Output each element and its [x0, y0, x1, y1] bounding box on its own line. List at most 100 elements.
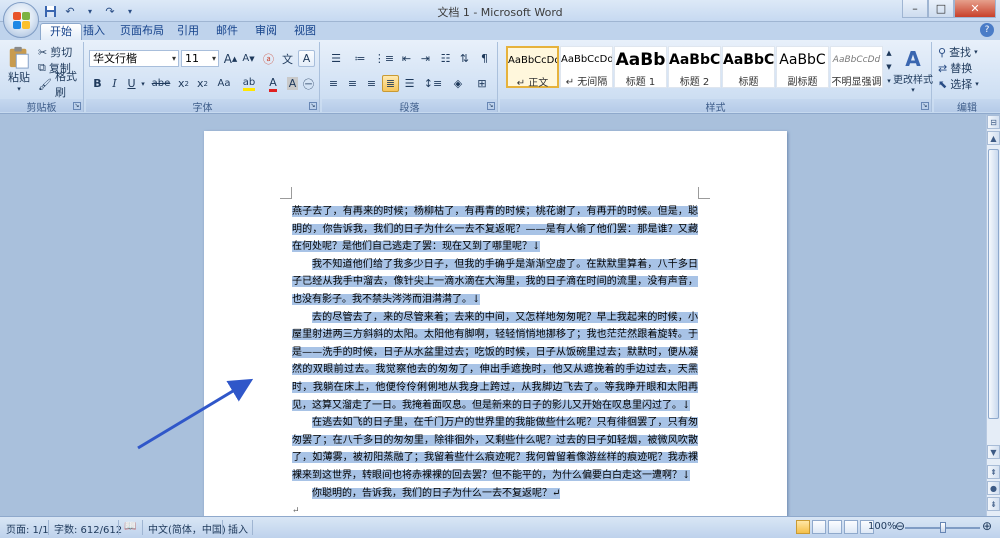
align-center-button[interactable]: ≡ [344, 75, 361, 92]
select-browse-object-icon[interactable]: ● [987, 481, 1000, 495]
char-shading-button[interactable]: A [285, 75, 300, 92]
scrollbar-thumb[interactable] [988, 149, 999, 419]
tab-insert[interactable]: 插入 [74, 23, 114, 40]
status-bar: 页面: 1/1 字数: 612/612 📖 中文(简体，中国) 插入 100% … [0, 516, 1000, 538]
bullets-button[interactable]: ☰ [325, 50, 347, 67]
document-body[interactable]: 燕子去了，有再来的时候；杨柳枯了，有再青的时候；桃花谢了，有再开的时候。但是，聪… [292, 203, 698, 516]
language-indicator[interactable]: 中文(简体，中国) [148, 521, 226, 536]
subscript-button[interactable]: x2 [175, 75, 192, 92]
style-name: 标题 [738, 77, 759, 88]
zoom-level[interactable]: 100% [868, 521, 897, 532]
web-layout-view-icon[interactable] [828, 520, 842, 534]
styles-launcher-icon[interactable]: ↘ [921, 102, 929, 110]
word-count[interactable]: 字数: 612/612 [54, 521, 122, 536]
outline-view-icon[interactable] [844, 520, 858, 534]
format-painter-button[interactable]: 🖌 格式刷 [37, 70, 83, 99]
highlight-button[interactable]: ab [238, 75, 260, 92]
zoom-slider-thumb[interactable] [940, 522, 946, 533]
font-size-select[interactable]: 11 ▾ [181, 50, 219, 67]
increase-indent-button[interactable]: ⇥ [417, 50, 434, 67]
vertical-scrollbar[interactable]: ⊟ ▲ ▼ ⇞ ● ⇟ [986, 115, 1000, 516]
style-no-spacing[interactable]: AaBbCcDd ↵ 无间隔 [560, 46, 613, 88]
borders-icon: ⊞ [477, 77, 487, 90]
paragraph-group-label: 段落 [322, 99, 497, 114]
distributed-button[interactable]: ☰ [401, 75, 418, 92]
style-heading-2[interactable]: AaBbC 标题 2 [668, 46, 721, 88]
show-marks-button[interactable]: ¶ [476, 50, 493, 67]
change-styles-button[interactable]: A 更改样式 ▾ [893, 44, 933, 96]
grow-font-button[interactable]: A ▲ [222, 50, 239, 67]
help-area: ? [980, 23, 994, 37]
borders-button[interactable]: ⊞ [471, 75, 493, 92]
next-page-icon[interactable]: ⇟ [987, 497, 1000, 511]
paste-button[interactable]: 粘贴 ▾ [4, 44, 34, 94]
office-button[interactable] [3, 2, 39, 38]
font-color-button[interactable]: A [263, 75, 283, 92]
shrink-font-button[interactable]: A ▼ [240, 50, 257, 67]
minimize-button[interactable]: – [902, 0, 928, 18]
cut-button[interactable]: ✂ 剪切 [37, 44, 73, 60]
line-spacing-button[interactable]: ↕≡ [422, 75, 444, 92]
underline-dropdown-icon[interactable]: ▾ [139, 75, 147, 92]
zoom-out-icon[interactable]: ⊖ [895, 519, 905, 533]
style-subtitle[interactable]: AaBbC 副标题 [776, 46, 829, 88]
change-case-button[interactable]: Aa [213, 75, 235, 92]
scroll-up-icon[interactable]: ▲ [987, 131, 1000, 145]
tab-view[interactable]: 视图 [285, 23, 325, 40]
close-button[interactable]: ✕ [954, 0, 996, 18]
bold-button[interactable]: B [90, 75, 105, 92]
ribbon-tabs: 开始 插入 页面布局 引用 邮件 审阅 视图 [0, 22, 1000, 40]
help-icon[interactable]: ? [980, 23, 994, 37]
font-name-select[interactable]: 华文行楷 ▾ [89, 50, 179, 67]
page-count[interactable]: 页面: 1/1 [6, 521, 49, 536]
find-button[interactable]: ⚲ 查找 ▾ [937, 44, 979, 60]
decrease-indent-button[interactable]: ⇤ [398, 50, 415, 67]
justify-button[interactable]: ≣ [382, 75, 399, 92]
style-title[interactable]: AaBbC 标题 [722, 46, 775, 88]
zoom-in-icon[interactable]: ⊕ [982, 519, 992, 533]
change-styles-dropdown-icon: ▾ [911, 85, 915, 94]
document-page[interactable]: 燕子去了，有再来的时候；杨柳枯了，有再青的时候；桃花谢了，有再开的时候。但是，聪… [204, 131, 787, 516]
align-left-button[interactable]: ≡ [325, 75, 342, 92]
underline-button[interactable]: U [124, 75, 139, 92]
superscript-button[interactable]: x2 [194, 75, 211, 92]
editing-group: ⚲ 查找 ▾ ⇄ 替换 ⬉ 选择 ▾ 编辑 [934, 42, 1000, 114]
strikethrough-button[interactable]: abe [149, 75, 173, 92]
italic-button[interactable]: I [107, 75, 122, 92]
insert-mode[interactable]: 插入 [228, 521, 248, 536]
select-button[interactable]: ⬉ 选择 ▾ [937, 76, 980, 92]
full-screen-reading-view-icon[interactable] [812, 520, 826, 534]
char-border-button[interactable]: A [298, 50, 315, 67]
shading-button[interactable]: ◈ [447, 75, 469, 92]
chinese-layout-icon: ☷ [440, 52, 451, 65]
align-right-button[interactable]: ≡ [363, 75, 380, 92]
style-normal[interactable]: AaBbCcDd ↵ 正文 [506, 46, 559, 89]
change-styles-label: 更改样式 [893, 74, 933, 86]
style-heading-1[interactable]: AaBb 标题 1 [614, 46, 667, 88]
tab-page-layout[interactable]: 页面布局 [111, 23, 173, 40]
clipboard-launcher-icon[interactable]: ↘ [73, 102, 81, 110]
print-layout-view-icon[interactable] [796, 520, 810, 534]
style-name: ↵ 无间隔 [565, 77, 608, 88]
style-subtle-emphasis[interactable]: AaBbCcDd 不明显强调 [830, 46, 883, 88]
phonetic-guide-button[interactable]: 文 [279, 50, 296, 67]
editing-group-label: 编辑 [934, 99, 1000, 114]
maximize-button[interactable]: □ [928, 0, 954, 18]
ruler-toggle-icon[interactable]: ⊟ [987, 115, 1000, 129]
enclose-char-button[interactable]: ㊀ [301, 75, 316, 92]
font-launcher-icon[interactable]: ↘ [309, 102, 317, 110]
tab-references[interactable]: 引用 [168, 23, 208, 40]
proofing-icon[interactable]: 📖 [124, 521, 136, 532]
multilevel-list-button[interactable]: ⋮≡ [373, 50, 395, 67]
chinese-layout-button[interactable]: ☷ [437, 50, 454, 67]
previous-page-icon[interactable]: ⇞ [987, 465, 1000, 479]
sort-button[interactable]: ⇅ [456, 50, 473, 67]
tab-review[interactable]: 审阅 [246, 23, 286, 40]
style-name: ↵ 正文 [516, 78, 549, 89]
tab-mailings[interactable]: 邮件 [207, 23, 247, 40]
numbering-button[interactable]: ≔ [349, 50, 371, 67]
clear-format-button[interactable]: ⓐ [260, 50, 277, 67]
scroll-down-icon[interactable]: ▼ [987, 445, 1000, 459]
paragraph-launcher-icon[interactable]: ↘ [487, 102, 495, 110]
replace-button[interactable]: ⇄ 替换 [937, 60, 973, 76]
